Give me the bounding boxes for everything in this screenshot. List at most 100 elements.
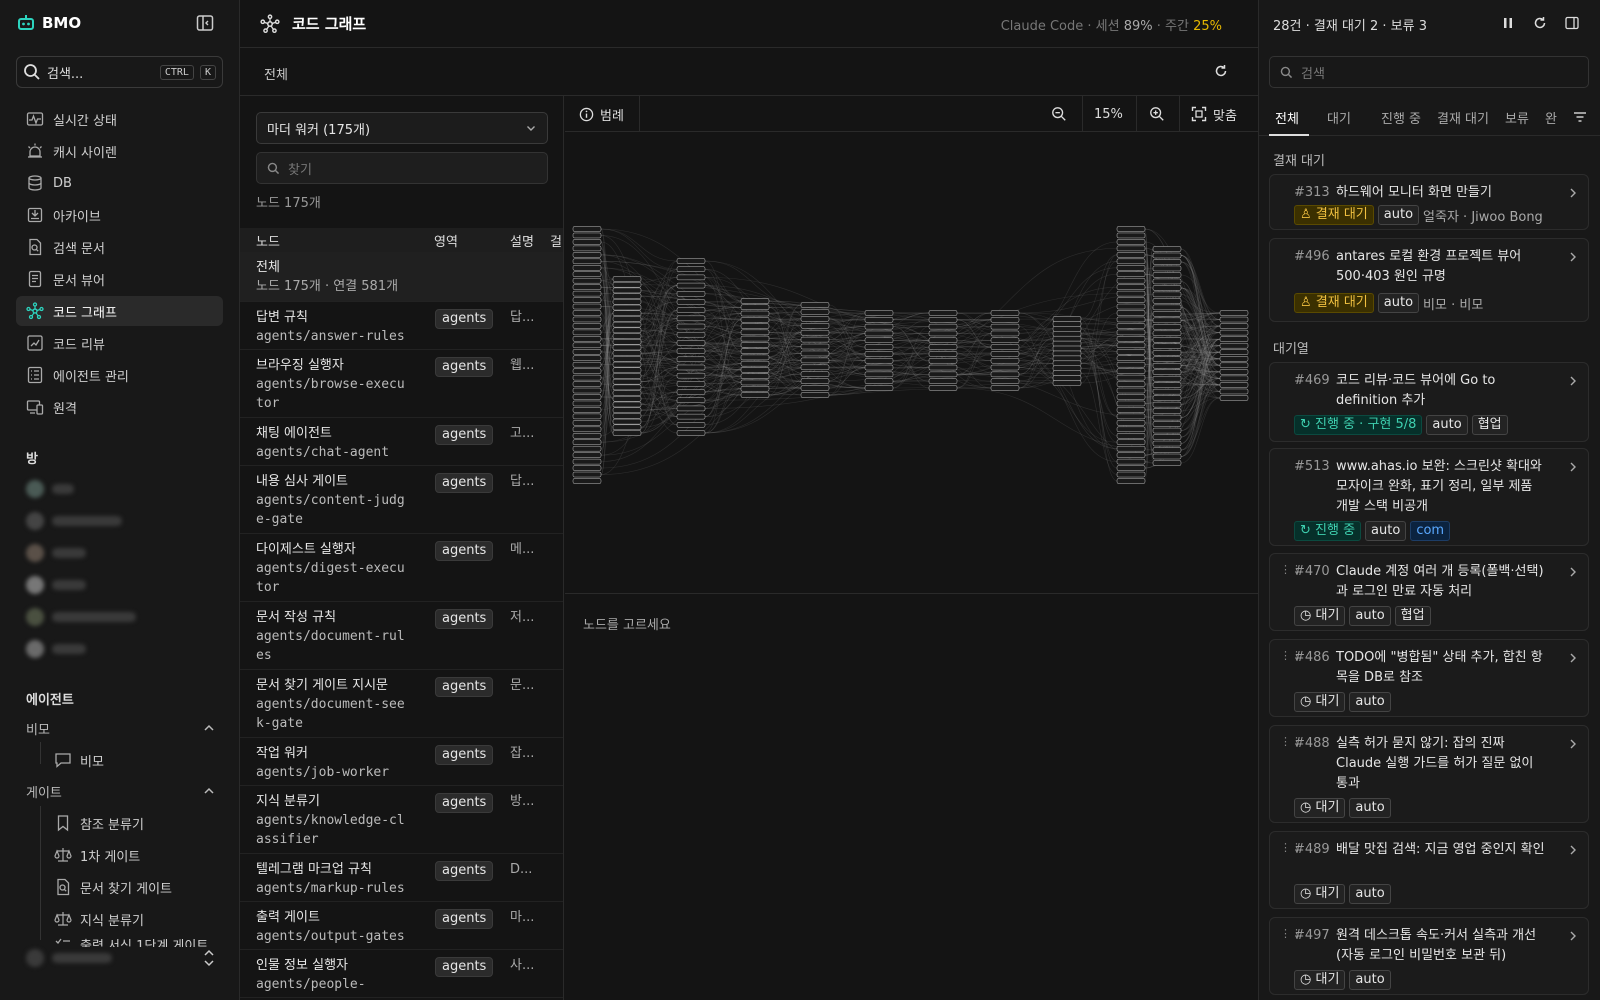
graph-node[interactable] <box>1116 478 1146 484</box>
graph-node[interactable] <box>612 287 642 294</box>
group-gate[interactable]: 게이트 <box>26 779 216 803</box>
graph-node[interactable] <box>1116 239 1146 245</box>
graph-node[interactable] <box>572 465 602 471</box>
graph-node[interactable] <box>612 390 642 396</box>
graph-node[interactable] <box>612 356 642 362</box>
graph-node[interactable] <box>612 361 642 368</box>
graph-node[interactable] <box>572 420 602 426</box>
table-row[interactable]: 지식 분류기 agents/knowledge-classifier agent… <box>240 786 563 854</box>
graph-node[interactable] <box>572 316 602 323</box>
graph-node[interactable] <box>1052 360 1082 367</box>
graph-node[interactable] <box>1116 407 1146 413</box>
graph-node[interactable] <box>800 350 830 357</box>
tab-in-progress[interactable]: 진행 중 <box>1381 108 1421 127</box>
graph-node[interactable] <box>572 445 602 452</box>
graph-node[interactable] <box>740 304 770 311</box>
refresh-icon[interactable] <box>1533 16 1547 30</box>
room-item[interactable] <box>26 510 216 532</box>
graph-node[interactable] <box>1116 426 1146 433</box>
graph-node[interactable] <box>676 422 706 428</box>
graph-node[interactable] <box>1116 336 1146 342</box>
graph-node[interactable] <box>1152 427 1182 434</box>
graph-node[interactable] <box>612 281 642 288</box>
graph-node[interactable] <box>1052 370 1082 376</box>
graph-node[interactable] <box>1116 368 1146 374</box>
graph-node[interactable] <box>676 299 706 305</box>
nav-doc-viewer[interactable]: 문서 뷰어 <box>16 264 223 294</box>
pause-icon[interactable] <box>1501 16 1515 30</box>
graph-node[interactable] <box>1116 452 1146 458</box>
graph-node[interactable] <box>740 373 770 379</box>
nav-cache-siren[interactable]: 캐시 사이렌 <box>16 136 223 166</box>
graph-node[interactable] <box>612 378 642 385</box>
graph-node[interactable] <box>676 315 706 322</box>
tab-approval[interactable]: 결재 대기 <box>1437 108 1489 127</box>
graph-node[interactable] <box>572 245 602 252</box>
graph-node[interactable] <box>1152 324 1182 330</box>
graph-node[interactable] <box>572 258 602 265</box>
graph-node[interactable] <box>1152 265 1182 272</box>
graph-node[interactable] <box>1152 252 1182 259</box>
graph-node[interactable] <box>740 310 770 317</box>
graph-node[interactable] <box>676 405 706 412</box>
graph-node[interactable] <box>676 274 706 281</box>
tab-all[interactable]: 전체 <box>1275 108 1299 127</box>
code-graph-canvas[interactable] <box>565 133 1258 583</box>
graph-node[interactable] <box>1152 291 1182 298</box>
graph-node[interactable] <box>1152 362 1182 369</box>
graph-node[interactable] <box>612 407 642 413</box>
graph-node[interactable] <box>990 357 1020 364</box>
graph-node[interactable] <box>1052 345 1082 352</box>
graph-node[interactable] <box>1152 388 1182 395</box>
agent-bimo[interactable]: 비모 <box>54 748 104 772</box>
graph-node[interactable] <box>1116 361 1146 368</box>
graph-node[interactable] <box>928 351 958 357</box>
graph-node[interactable] <box>1152 453 1182 460</box>
table-row[interactable]: 브라우징 실행자 agents/browse-executor agents 웹… <box>240 350 563 418</box>
table-row[interactable]: 다이제스트 실행자 agents/digest-executor agents … <box>240 534 563 602</box>
todo-card[interactable]: #513 www.ahas.io 보완: 스크린샷 확대와 모자이크 완화, 표… <box>1269 448 1589 546</box>
graph-node[interactable] <box>572 284 602 290</box>
graph-node[interactable] <box>676 331 706 338</box>
gate-item[interactable]: 문서 찾기 게이트 <box>54 875 172 899</box>
graph-node[interactable] <box>740 354 770 361</box>
graph-node[interactable] <box>612 327 642 334</box>
table-row[interactable]: 문서 작성 규칙 agents/document-rules agents 저.… <box>240 602 563 670</box>
graph-node[interactable] <box>1052 375 1082 381</box>
graph-node[interactable] <box>612 293 642 299</box>
graph-node[interactable] <box>572 439 602 445</box>
graph-node[interactable] <box>1116 271 1146 277</box>
table-row[interactable]: 텔레그램 마크업 규칙 agents/markup-rules agents D… <box>240 854 563 902</box>
graph-node[interactable] <box>990 317 1020 323</box>
table-row[interactable]: 전체 노드 175개 · 연결 581개 <box>240 252 563 302</box>
todo-card[interactable]: ⋮⋮ #470 Claude 계정 여러 개 등록(폴백·선택)과 로그인 만료… <box>1269 553 1589 631</box>
graph-node[interactable] <box>864 371 894 378</box>
table-row[interactable]: 내용 심사 게이트 agents/content-judge-gate agen… <box>240 466 563 534</box>
graph-node[interactable] <box>740 348 770 354</box>
table-row[interactable]: 인물 정보 실행자 agents/people- agents 사... <box>240 950 563 998</box>
graph-node[interactable] <box>612 316 642 322</box>
graph-node[interactable] <box>612 276 642 282</box>
graph-node[interactable] <box>676 323 706 330</box>
graph-node[interactable] <box>1116 439 1146 445</box>
gate-item[interactable]: 참조 분류기 <box>54 811 144 835</box>
todo-card[interactable]: ⋮⋮ #488 실측 허가 묻지 않기: 잡의 진짜 Claude 실행 가드를… <box>1269 725 1589 823</box>
graph-node[interactable] <box>990 364 1020 371</box>
graph-node[interactable] <box>1052 365 1082 371</box>
graph-node[interactable] <box>1152 440 1182 447</box>
graph-node[interactable] <box>1116 465 1146 471</box>
graph-node[interactable] <box>864 357 894 364</box>
graph-node[interactable] <box>572 471 602 478</box>
todo-card[interactable]: #469 코드 리뷰·코드 뷰어에 Go to definition 추가 ↻ … <box>1269 362 1589 442</box>
graph-node[interactable] <box>928 310 958 316</box>
brand[interactable]: BMO <box>16 12 81 34</box>
graph-node[interactable] <box>1116 381 1146 387</box>
col-area[interactable]: 영역 <box>434 231 458 250</box>
graph-node[interactable] <box>1116 445 1146 452</box>
graph-node[interactable] <box>572 452 602 458</box>
graph-node[interactable] <box>1116 471 1146 478</box>
graph-node[interactable] <box>800 302 830 308</box>
graph-node[interactable] <box>612 310 642 316</box>
graph-node[interactable] <box>800 378 830 384</box>
graph-node[interactable] <box>800 385 830 391</box>
